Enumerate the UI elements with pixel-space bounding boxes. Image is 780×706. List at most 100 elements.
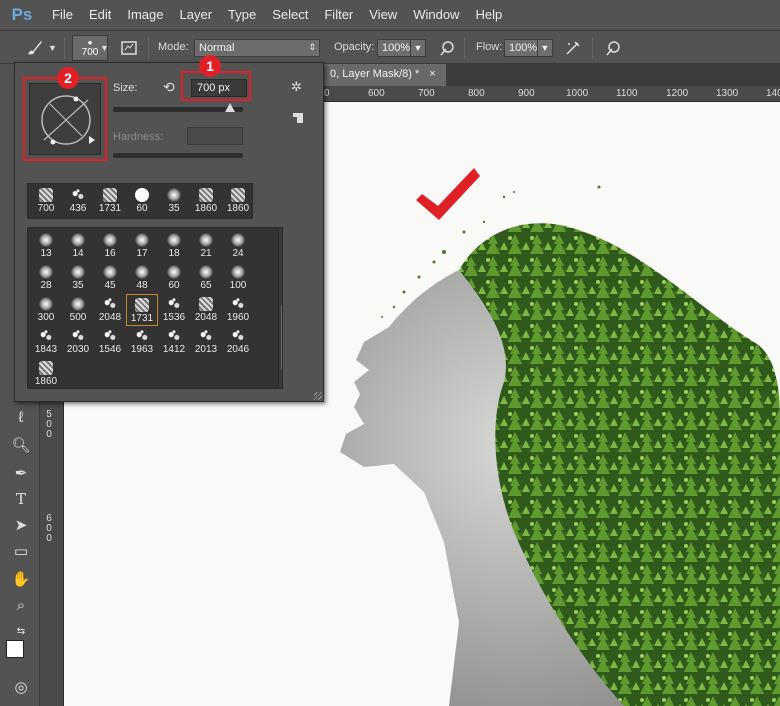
- brush-preset-tile-selected[interactable]: 1731: [126, 294, 158, 326]
- hardness-input[interactable]: [187, 127, 243, 145]
- menu-bar: Ps File Edit Image Layer Type Select Fil…: [0, 0, 780, 30]
- pressure-opacity-icon[interactable]: [436, 37, 458, 59]
- brush-preset-tile[interactable]: 24: [222, 230, 254, 262]
- hruler-label: 0: [324, 88, 330, 99]
- brush-preset-tile[interactable]: 1536: [158, 294, 190, 326]
- scroll-down-icon[interactable]: ▼: [282, 376, 283, 385]
- rectangle-tool-icon[interactable]: ▭: [10, 540, 32, 562]
- brush-preset-tile[interactable]: 35: [62, 262, 94, 294]
- quick-mask-icon[interactable]: ◎: [10, 676, 32, 698]
- menu-select[interactable]: Select: [264, 0, 316, 30]
- brush-preset-tile[interactable]: 1960: [222, 294, 254, 326]
- vruler-label: 600: [46, 513, 52, 544]
- size-slider-handle[interactable]: [225, 103, 235, 112]
- brush-picker-dropdown-icon[interactable]: ▼: [100, 43, 109, 53]
- gear-icon[interactable]: ✲: [291, 79, 302, 95]
- zoom-tool-icon-2[interactable]: ⌕: [10, 594, 32, 616]
- hand-tool-icon[interactable]: ✋: [10, 568, 32, 590]
- callout-1-badge: 1: [199, 55, 221, 77]
- menu-type[interactable]: Type: [220, 0, 264, 30]
- hruler-label: 1000: [566, 88, 589, 99]
- menu-image[interactable]: Image: [119, 0, 171, 30]
- hruler-label: 700: [418, 88, 435, 99]
- brush-preset-tile[interactable]: 16: [94, 230, 126, 262]
- brush-preset-tile[interactable]: 1843: [30, 326, 62, 358]
- chevron-updown-icon: ⇕: [308, 42, 316, 52]
- brush-preset-tile[interactable]: 48: [126, 262, 158, 294]
- brush-preset-tile[interactable]: 18: [158, 230, 190, 262]
- brush-preset-tile[interactable]: 28: [30, 262, 62, 294]
- hruler-label: 1300: [716, 88, 739, 99]
- brush-panel-toggle-icon[interactable]: [118, 37, 140, 59]
- brush-preset-tile[interactable]: 1546: [94, 326, 126, 358]
- scroll-up-icon[interactable]: ▲: [282, 232, 283, 241]
- brush-preset-tile[interactable]: 2013: [190, 326, 222, 358]
- recent-brush-tile[interactable]: 1860: [222, 185, 254, 217]
- brush-preset-tile[interactable]: 1963: [126, 326, 158, 358]
- recent-brush-tile[interactable]: 35: [158, 185, 190, 217]
- hruler-label: 1100: [616, 88, 638, 99]
- close-tab-icon[interactable]: ×: [429, 68, 435, 86]
- brush-preset-picker-panel: 2 Size: ⟲ 700 px 1 ✲ Hardness: 700 436 1…: [14, 55, 324, 402]
- recent-brush-tile[interactable]: 1731: [94, 185, 126, 217]
- new-preset-icon[interactable]: [293, 113, 303, 123]
- opacity-label: Opacity:: [334, 41, 375, 53]
- brush-preset-tile[interactable]: 2048: [94, 294, 126, 326]
- document-tab-title: 0, Layer Mask/8) *: [330, 68, 420, 80]
- brush-grid-scrollbar[interactable]: ▲ ▼: [278, 228, 283, 388]
- reset-size-icon[interactable]: ⟲: [163, 79, 175, 96]
- menu-window[interactable]: Window: [405, 0, 467, 30]
- foreground-color-swatch[interactable]: [6, 640, 24, 658]
- flow-dropdown-icon[interactable]: ▼: [537, 39, 553, 57]
- size-slider-track[interactable]: [113, 107, 243, 112]
- photoshop-logo: Ps: [11, 5, 33, 24]
- menu-layer[interactable]: Layer: [172, 0, 221, 30]
- menu-help[interactable]: Help: [467, 0, 510, 30]
- brush-preset-tile[interactable]: 300: [30, 294, 62, 326]
- menu-file[interactable]: File: [44, 0, 81, 30]
- brush-preset-tile[interactable]: 2046: [222, 326, 254, 358]
- brush-preset-tile[interactable]: 100: [222, 262, 254, 294]
- checkmark-icon: [416, 168, 480, 220]
- menu-filter[interactable]: Filter: [316, 0, 361, 30]
- brush-preset-tile[interactable]: 1412: [158, 326, 190, 358]
- airbrush-icon[interactable]: [562, 37, 584, 59]
- brush-preset-tile[interactable]: 65: [190, 262, 222, 294]
- type-tool-icon[interactable]: T: [10, 488, 32, 510]
- path-selection-tool-icon[interactable]: ➤: [10, 514, 32, 536]
- brush-preset-tile[interactable]: 14: [62, 230, 94, 262]
- brush-preset-tile[interactable]: 2030: [62, 326, 94, 358]
- brush-tool-icon[interactable]: [24, 36, 46, 58]
- menu-view[interactable]: View: [361, 0, 405, 30]
- hardness-label: Hardness:: [113, 131, 164, 143]
- brush-preset-tile[interactable]: 500: [62, 294, 94, 326]
- hruler-label: 600: [368, 88, 385, 99]
- scroll-thumb[interactable]: [281, 304, 282, 370]
- recent-brush-tile[interactable]: 60: [126, 185, 158, 217]
- hardness-slider-track[interactable]: [113, 153, 243, 158]
- tool-preset-dropdown-icon[interactable]: ▼: [48, 43, 57, 53]
- resize-grip-icon[interactable]: [314, 392, 322, 400]
- brush-preset-tile[interactable]: 45: [94, 262, 126, 294]
- pen-tool-icon[interactable]: ✒: [10, 462, 32, 484]
- opacity-dropdown-icon[interactable]: ▼: [410, 39, 426, 57]
- brush-preset-tile[interactable]: 17: [126, 230, 158, 262]
- recent-brush-tile[interactable]: 436: [62, 185, 94, 217]
- brush-preset-tile[interactable]: 13: [30, 230, 62, 262]
- flow-label: Flow:: [476, 41, 503, 53]
- brush-preset-tile[interactable]: 60: [158, 262, 190, 294]
- document-tab[interactable]: 0, Layer Mask/8) * ×: [322, 64, 446, 86]
- mode-select[interactable]: Normal ⇕: [194, 39, 320, 57]
- zoom-tool-icon[interactable]: 🔍︎: [10, 434, 32, 456]
- swap-colors-icon[interactable]: ⇆: [10, 620, 32, 642]
- recent-brush-tile[interactable]: 700: [30, 185, 62, 217]
- brush-preset-tile[interactable]: 1860: [30, 358, 62, 388]
- recent-brushes: 700 436 1731 60 35 1860 1860: [27, 183, 253, 219]
- lasso-tool-icon[interactable]: ℓ: [10, 406, 32, 428]
- recent-brush-tile[interactable]: 1860: [190, 185, 222, 217]
- brush-preset-tile[interactable]: 2048: [190, 294, 222, 326]
- pressure-size-icon[interactable]: [602, 37, 624, 59]
- menu-edit[interactable]: Edit: [81, 0, 119, 30]
- brush-preset-tile[interactable]: 21: [190, 230, 222, 262]
- callout-1-frame: [181, 71, 251, 101]
